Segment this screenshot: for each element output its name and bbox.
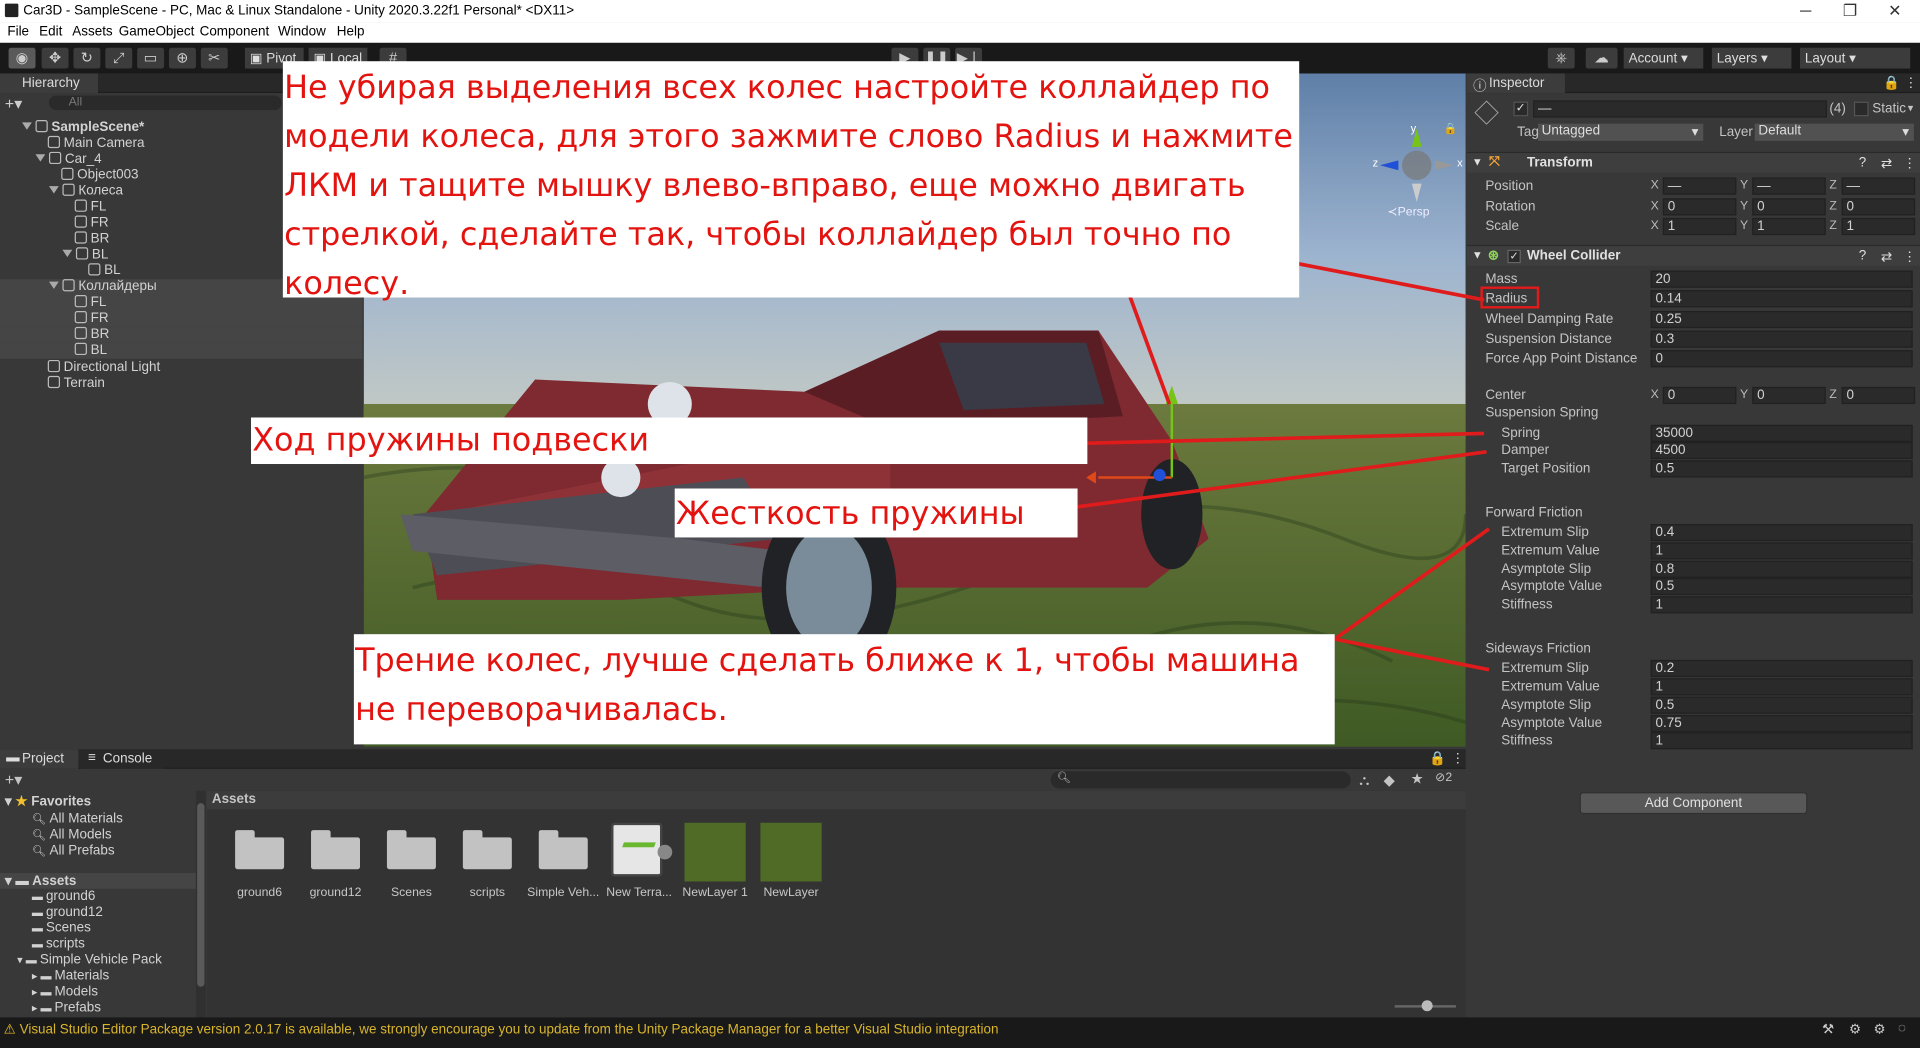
line-to-wheel: [1127, 293, 1172, 405]
line-to-sideways-friction: [1334, 637, 1490, 672]
annotation-spring-travel: Ход пружины подвески: [251, 417, 1088, 465]
annotation-friction: Трение колес, лучше сделать ближе к 1, ч…: [353, 634, 1335, 745]
annotation-spring-stiffness: Жесткость пружины: [674, 488, 1078, 538]
line-to-damper: [1077, 449, 1487, 509]
line-to-radius: [1282, 258, 1485, 302]
line-to-forward-friction: [1333, 527, 1491, 641]
unity-editor: Car3D - SampleScene - PC, Mac & Linux St…: [0, 0, 1920, 1048]
line-to-spring: [1087, 431, 1485, 446]
annotation-radius: Не убирая выделения всех колес настройте…: [282, 61, 1300, 302]
